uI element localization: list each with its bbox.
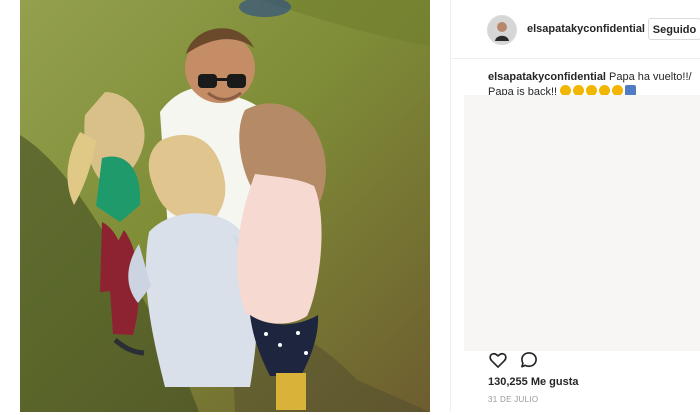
instagram-post-frame: elsapatakyconfidential Seguido elsapatak…: [20, 0, 700, 412]
avatar-image: [488, 16, 516, 44]
username[interactable]: elsapatakyconfidential: [527, 23, 645, 35]
post-photo[interactable]: [20, 0, 430, 412]
photo-illustration: [20, 0, 430, 412]
follow-button[interactable]: Seguido: [648, 18, 700, 40]
caption-username[interactable]: elsapatakyconfidential: [488, 71, 606, 83]
heart-icon[interactable]: [488, 350, 508, 370]
post-date: 31 DE JULIO: [488, 395, 539, 404]
post-actions: [488, 350, 568, 370]
heart-svg: [489, 352, 507, 368]
comment-svg: [521, 352, 537, 368]
post-header: elsapatakyconfidential Seguido: [451, 0, 700, 59]
media-placeholder: [464, 95, 700, 351]
comment-icon[interactable]: [519, 350, 539, 370]
avatar[interactable]: [487, 15, 517, 45]
likes-count[interactable]: 130,255 Me gusta: [488, 376, 579, 388]
post-sidebar: elsapatakyconfidential Seguido elsapatak…: [450, 0, 700, 412]
